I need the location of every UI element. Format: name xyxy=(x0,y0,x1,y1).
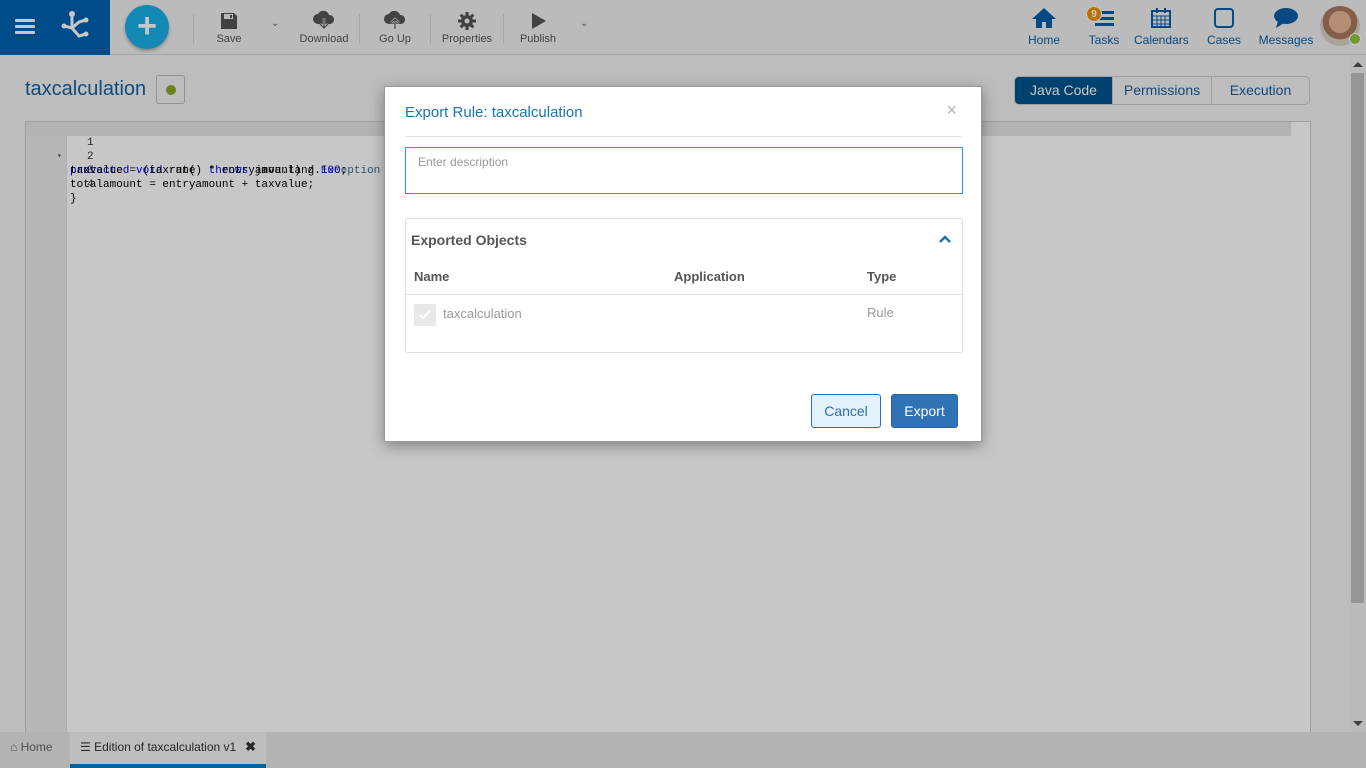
row-type: Rule xyxy=(867,305,894,320)
cancel-button[interactable]: Cancel xyxy=(811,394,881,428)
checkmark-icon xyxy=(419,310,431,320)
description-input[interactable] xyxy=(405,147,963,194)
close-icon[interactable]: × xyxy=(946,100,957,121)
chevron-up-icon[interactable] xyxy=(938,232,952,246)
exported-objects-panel: Exported Objects Name Application Type t… xyxy=(405,218,963,353)
export-button[interactable]: Export xyxy=(891,394,958,428)
column-header-name[interactable]: Name xyxy=(414,269,449,284)
row-name: taxcalculation xyxy=(443,306,522,321)
header-divider xyxy=(406,294,962,295)
dialog-title: Export Rule: taxcalculation xyxy=(405,104,583,121)
export-rule-dialog: Export Rule: taxcalculation × Exported O… xyxy=(384,86,982,442)
divider xyxy=(405,136,962,137)
row-checkbox[interactable] xyxy=(414,304,436,326)
column-header-application[interactable]: Application xyxy=(674,269,745,284)
panel-title: Exported Objects xyxy=(411,232,527,248)
column-header-type[interactable]: Type xyxy=(867,269,896,284)
